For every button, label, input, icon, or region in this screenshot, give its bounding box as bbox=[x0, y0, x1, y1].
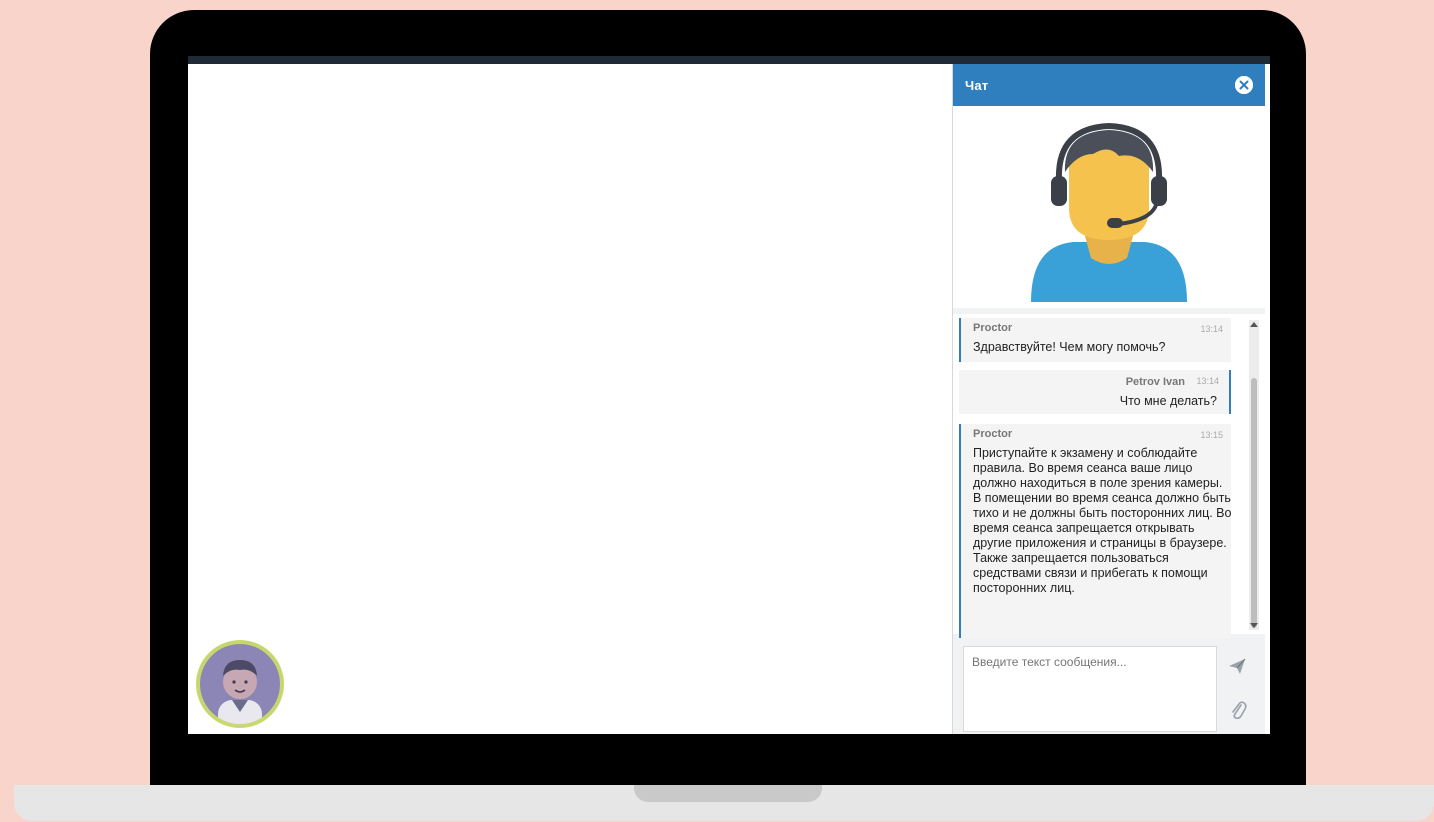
message-text: Здравствуйте! Чем могу помочь? bbox=[973, 340, 1166, 354]
attach-button[interactable] bbox=[1229, 700, 1247, 720]
chat-title: Чат bbox=[965, 78, 989, 93]
message-time: 13:14 bbox=[1196, 376, 1219, 386]
chat-panel: Чат Proctor 13:14 Здравствуйте! Чем могу… bbox=[952, 64, 1265, 734]
scroll-thumb[interactable] bbox=[1251, 378, 1257, 628]
support-agent-headset-icon bbox=[1031, 122, 1187, 302]
chat-header: Чат bbox=[953, 64, 1265, 106]
message-scrollbar[interactable] bbox=[1249, 320, 1259, 630]
close-icon[interactable] bbox=[1235, 76, 1253, 94]
paperclip-icon bbox=[1232, 701, 1247, 720]
message-author: Petrov Ivan bbox=[1125, 376, 1185, 388]
message-user-1: Petrov Ivan 13:14 Что мне делать? bbox=[959, 370, 1231, 414]
message-time: 13:14 bbox=[1200, 324, 1223, 334]
user-avatar-icon bbox=[198, 642, 282, 726]
message-time: 13:15 bbox=[1200, 430, 1223, 440]
laptop-base-notch bbox=[634, 785, 822, 802]
scroll-down-arrow-icon[interactable] bbox=[1250, 623, 1258, 628]
agent-illustration-panel bbox=[953, 106, 1265, 308]
message-author: Proctor bbox=[973, 428, 1013, 440]
message-list: Proctor 13:14 Здравствуйте! Чем могу пом… bbox=[953, 314, 1265, 638]
message-text: Приступайте к экзамену и соблюдайте прав… bbox=[973, 446, 1232, 595]
screen-topbar bbox=[188, 56, 1270, 64]
message-proctor-2: Proctor 13:15 Приступайте к экзамену и с… bbox=[959, 424, 1231, 638]
send-button[interactable] bbox=[1227, 656, 1247, 676]
message-input-box[interactable] bbox=[963, 646, 1217, 732]
message-proctor-1: Proctor 13:14 Здравствуйте! Чем могу пом… bbox=[959, 318, 1231, 362]
webcam-preview bbox=[198, 642, 282, 726]
message-text: Что мне делать? bbox=[1119, 394, 1217, 408]
message-input[interactable] bbox=[964, 647, 1216, 731]
screen: Чат Proctor 13:14 Здравствуйте! Чем могу… bbox=[188, 56, 1270, 734]
message-author: Proctor bbox=[973, 322, 1013, 334]
send-paper-plane-icon bbox=[1229, 658, 1246, 674]
scroll-up-arrow-icon[interactable] bbox=[1250, 322, 1258, 327]
